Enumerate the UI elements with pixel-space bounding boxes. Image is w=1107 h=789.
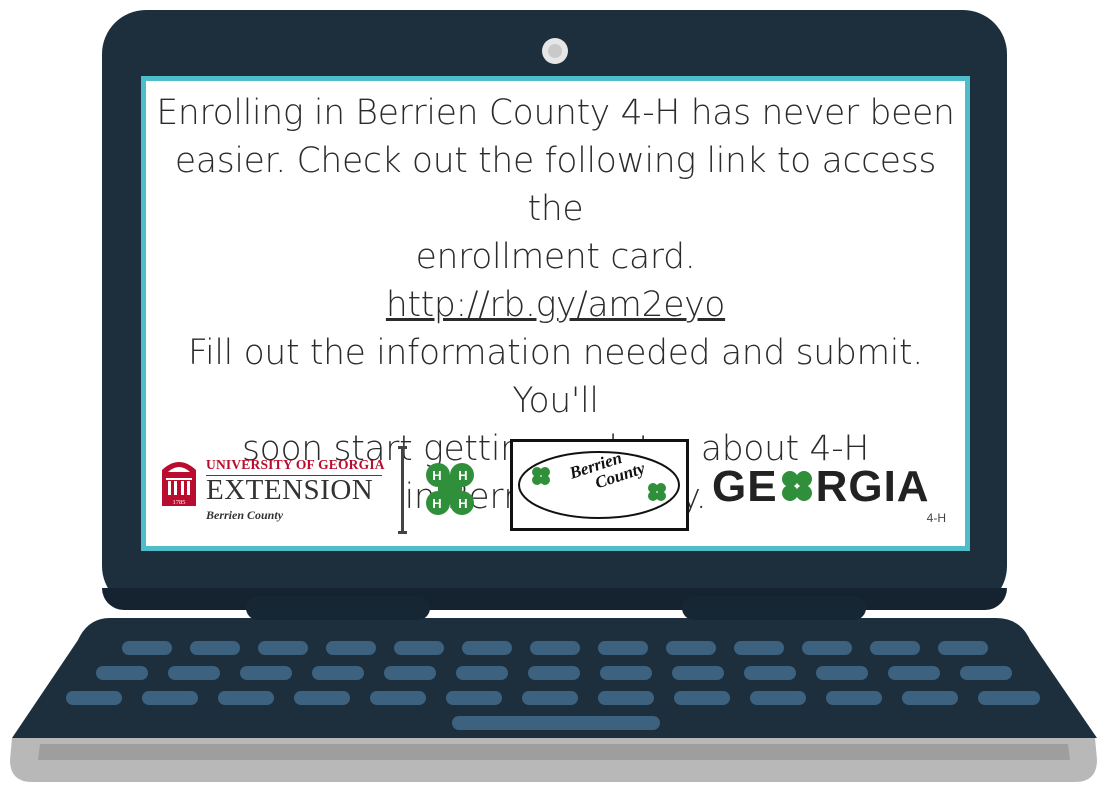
key xyxy=(462,641,512,655)
key xyxy=(598,691,654,705)
spacebar xyxy=(452,716,660,730)
key xyxy=(96,666,148,680)
message-line: Fill out the information needed and subm… xyxy=(188,333,923,421)
key xyxy=(218,691,274,705)
right-hinge xyxy=(682,596,866,620)
key xyxy=(666,641,716,655)
berrien-county-logo: Berrien County xyxy=(510,439,689,531)
key xyxy=(816,666,868,680)
uga-arch-icon: 1785 xyxy=(162,462,196,506)
georgia-4h-logo: GE RGIA 4-H xyxy=(712,462,962,525)
svg-text:H: H xyxy=(432,468,441,483)
message-line: easier. Check out the following link to … xyxy=(174,141,937,229)
uga-name: UNIVERSITY OF GEORGIA xyxy=(206,457,385,472)
svg-text:H: H xyxy=(458,468,467,483)
key xyxy=(888,666,940,680)
key xyxy=(446,691,502,705)
key xyxy=(674,691,730,705)
key xyxy=(394,641,444,655)
lid-shadow xyxy=(102,588,1007,610)
left-hinge xyxy=(246,596,430,620)
key xyxy=(530,641,580,655)
key xyxy=(978,691,1040,705)
webcam-icon xyxy=(542,38,568,64)
key xyxy=(598,641,648,655)
key xyxy=(370,691,426,705)
key xyxy=(66,691,122,705)
key xyxy=(312,666,364,680)
key xyxy=(750,691,806,705)
message-line: Enrolling in Berrien County 4-H has neve… xyxy=(156,93,955,133)
key xyxy=(456,666,508,680)
key xyxy=(528,666,580,680)
enrollment-link[interactable]: http://rb.gy/am2eyo xyxy=(386,285,726,325)
key xyxy=(190,641,240,655)
key xyxy=(168,666,220,680)
key xyxy=(294,691,350,705)
key xyxy=(744,666,796,680)
key xyxy=(802,641,852,655)
key xyxy=(600,666,652,680)
key xyxy=(960,666,1012,680)
key xyxy=(142,691,198,705)
logo-strip: 1785 UNIVERSITY OF GEORGIA EXTENSION Ber… xyxy=(146,436,965,536)
uga-year: 1785 xyxy=(173,499,186,506)
laptop-screen: Enrolling in Berrien County 4-H has neve… xyxy=(141,76,970,551)
key xyxy=(826,691,882,705)
key xyxy=(734,641,784,655)
key xyxy=(122,641,172,655)
key xyxy=(258,641,308,655)
key xyxy=(672,666,724,680)
key xyxy=(240,666,292,680)
svg-text:H: H xyxy=(432,496,441,511)
georgia-4h-sub: 4-H xyxy=(926,511,946,525)
georgia-wordmark: GE RGIA xyxy=(712,462,930,511)
key xyxy=(384,666,436,680)
key xyxy=(938,641,988,655)
key xyxy=(902,691,958,705)
4h-clover-icon: HH HH xyxy=(426,463,474,515)
uga-extension-logo: 1785 UNIVERSITY OF GEORGIA EXTENSION Ber… xyxy=(160,454,390,524)
berrien-county-label: Berrien County xyxy=(206,508,284,522)
key xyxy=(326,641,376,655)
extension-text: EXTENSION xyxy=(206,474,374,506)
message-line: enrollment card. xyxy=(415,237,696,277)
key xyxy=(522,691,578,705)
key xyxy=(870,641,920,655)
svg-text:H: H xyxy=(458,496,467,511)
clover-o-icon xyxy=(781,471,812,501)
logo-divider xyxy=(398,446,407,534)
